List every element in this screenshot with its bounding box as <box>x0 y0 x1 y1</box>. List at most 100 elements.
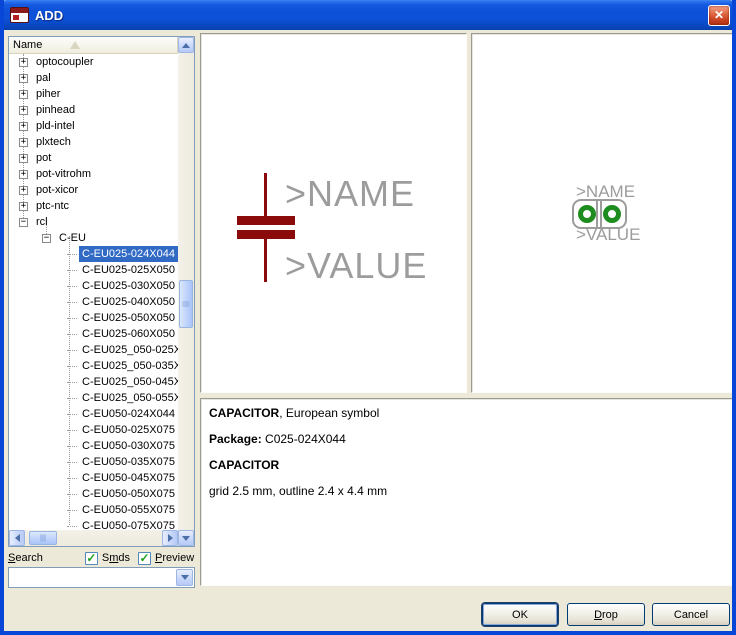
close-button[interactable]: ✕ <box>708 5 730 26</box>
expand-plus-icon[interactable]: + <box>19 202 28 211</box>
drop-button[interactable]: Drop <box>567 603 645 626</box>
tree-connector-line <box>67 350 77 351</box>
tree-connector-line <box>67 398 77 399</box>
expand-plus-icon[interactable]: + <box>19 186 28 195</box>
tree-item[interactable]: C-EU025_050-055X0 <box>9 390 178 406</box>
smds-label[interactable]: Smds <box>102 552 130 564</box>
tree-item[interactable]: C-EU050-050X075 <box>9 486 178 502</box>
tree-item[interactable]: C-EU050-024X044 <box>9 406 178 422</box>
tree-item[interactable]: +pot-xicor <box>9 182 178 198</box>
tree-item[interactable]: + pal <box>9 70 178 86</box>
tree-connector-line <box>67 510 77 511</box>
tree-horizontal-scrollbar[interactable] <box>9 530 178 546</box>
package-plate-line <box>596 201 598 227</box>
package-value-placeholder: >VALUE <box>576 226 640 243</box>
tree-item-label: pal <box>33 70 54 86</box>
tree-item[interactable]: C-EU050-025X075 <box>9 422 178 438</box>
description-line: Package: C025-024X044 <box>209 433 726 446</box>
scroll-down-button[interactable] <box>178 530 194 546</box>
tree-item[interactable]: +optocoupler <box>9 54 178 70</box>
tree-item-label: C-EU050-024X044 <box>79 406 178 422</box>
tree-item[interactable]: C-EU025_050-045X0 <box>9 374 178 390</box>
expand-plus-icon[interactable]: + <box>19 90 28 99</box>
close-icon: ✕ <box>714 8 724 22</box>
preview-checkbox[interactable]: ✓ <box>138 552 151 565</box>
expand-plus-icon[interactable]: + <box>19 122 28 131</box>
tree-item[interactable]: C-EU025-050X050 <box>9 310 178 326</box>
tree-item[interactable]: +plxtech <box>9 134 178 150</box>
tree-item[interactable]: C-EU025-060X050 <box>9 326 178 342</box>
tree-connector-line <box>67 526 77 527</box>
tree-header-label: Name <box>13 39 42 51</box>
collapse-minus-icon[interactable]: − <box>42 234 51 243</box>
expand-plus-icon[interactable]: + <box>19 154 28 163</box>
tree-connector-line <box>67 334 77 335</box>
tree-item-label: C-EU025_050-045X0 <box>79 374 178 390</box>
package-plate-line <box>600 201 602 227</box>
tree-column-header-name[interactable]: Name <box>9 37 178 54</box>
expand-plus-icon[interactable]: + <box>19 74 28 83</box>
thumb-grip-icon <box>41 535 46 542</box>
expand-plus-icon[interactable]: + <box>19 138 28 147</box>
tree-item[interactable]: +pot-vitrohm <box>9 166 178 182</box>
sort-ascending-icon <box>70 41 80 49</box>
vertical-scroll-thumb[interactable] <box>179 280 193 328</box>
search-combobox[interactable] <box>8 567 195 588</box>
tree-item[interactable]: C-EU050-035X075 <box>9 454 178 470</box>
drop-button-label: Drop <box>594 609 618 621</box>
search-row: Search ✓ Smds ✓ Preview <box>8 550 195 566</box>
expand-plus-icon[interactable]: + <box>19 106 28 115</box>
horizontal-scroll-thumb[interactable] <box>29 531 57 545</box>
tree-item-label: C-EU050-045X075 <box>79 470 178 486</box>
tree-item[interactable]: C-EU025-030X050 <box>9 278 178 294</box>
tree-item[interactable]: C-EU025_050-035X0 <box>9 358 178 374</box>
tree-item[interactable]: C-EU050-030X075 <box>9 438 178 454</box>
arrow-up-icon <box>182 43 190 48</box>
description-line: grid 2.5 mm, outline 2.4 x 4.4 mm <box>209 485 726 498</box>
pad-2 <box>603 205 621 223</box>
tree-item[interactable]: +piher <box>9 86 178 102</box>
tree-item-label: pot <box>33 150 54 166</box>
scroll-left-button[interactable] <box>9 530 25 546</box>
tree-item[interactable]: C-EU050-045X075 <box>9 470 178 486</box>
tree-item[interactable]: C-EU025_050-025X0 <box>9 342 178 358</box>
tree-item[interactable]: +pld-intel <box>9 118 178 134</box>
tree-item[interactable]: +pinhead <box>9 102 178 118</box>
scroll-up-button[interactable] <box>178 37 194 53</box>
tree-item-label: C-EU050-030X075 <box>79 438 178 454</box>
titlebar[interactable]: ADD ✕ <box>0 0 736 30</box>
cancel-button[interactable]: Cancel <box>652 603 730 626</box>
library-tree-panel: Name +optocoupler+pal+piher+pinhead+pld-… <box>8 36 195 547</box>
tree-item[interactable]: C-EU025-040X050 <box>9 294 178 310</box>
tree-item-label: C-EU050-075X075 <box>79 518 178 530</box>
tree-item-label: C-EU050-050X075 <box>79 486 178 502</box>
tree-connector-line <box>67 382 77 383</box>
combobox-dropdown-button[interactable] <box>176 569 193 586</box>
tree-connector-line <box>67 446 77 447</box>
tree-vertical-scrollbar[interactable] <box>178 37 194 546</box>
preview-label[interactable]: Preview <box>155 552 194 564</box>
ok-button[interactable]: OK <box>482 603 558 626</box>
tree-rows: +optocoupler+pal+piher+pinhead+pld-intel… <box>9 54 178 530</box>
scroll-right-button[interactable] <box>162 530 178 546</box>
expand-plus-icon[interactable]: + <box>19 170 28 179</box>
tree-item[interactable]: C-EU050-055X075 <box>9 502 178 518</box>
tree-item[interactable]: C-EU025-025X050 <box>9 262 178 278</box>
tree-item[interactable]: −C-EU <box>9 230 178 246</box>
tree-connector-line <box>67 302 77 303</box>
tree-item-label: ptc-ntc <box>33 198 72 214</box>
tree-item[interactable]: + pot <box>9 150 178 166</box>
tree-item[interactable]: C-EU050-075X075 <box>9 518 178 530</box>
tree-connector-line <box>67 254 77 255</box>
arrow-left-icon <box>15 534 20 542</box>
expand-plus-icon[interactable]: + <box>19 58 28 67</box>
tree-connector-line <box>67 366 77 367</box>
collapse-minus-icon[interactable]: − <box>19 218 28 227</box>
tree-item[interactable]: C-EU025-024X044 <box>9 246 178 262</box>
tree-item-label: C-EU050-055X075 <box>79 502 178 518</box>
tree-item-label: C-EU025-040X050 <box>79 294 178 310</box>
tree-item[interactable]: −rcl <box>9 214 178 230</box>
smds-checkbox[interactable]: ✓ <box>85 552 98 565</box>
cancel-button-label: Cancel <box>674 609 708 621</box>
tree-item[interactable]: + ptc-ntc <box>9 198 178 214</box>
